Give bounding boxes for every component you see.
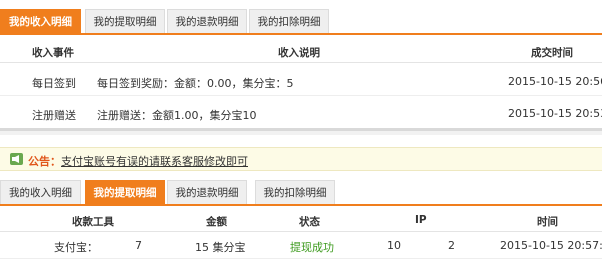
status-cell: 提现成功	[290, 241, 334, 254]
income-event-cell: 每日签到	[32, 77, 76, 90]
row-divider	[0, 95, 602, 96]
announcement-link[interactable]: 支付宝账号有误的请联系客服修改即可	[61, 153, 248, 169]
announcement-bar: 公告： 支付宝账号有误的请联系客服修改即可	[0, 147, 602, 171]
tab-deduction[interactable]: 我的扣除明细	[249, 9, 329, 33]
megaphone-icon	[10, 153, 23, 165]
tab-deduction[interactable]: 我的扣除明细	[255, 180, 335, 204]
time-cell: 2015-10-15 20:57:03	[500, 239, 602, 252]
income-tab-bar: 我的收入明细 我的提取明细 我的退款明细 我的扣除明细	[0, 6, 602, 35]
amount-cell: 15 集分宝	[195, 241, 246, 254]
announcement-label: 公告：	[28, 155, 61, 168]
income-event-cell: 注册赠送	[32, 109, 76, 122]
tab-refund[interactable]: 我的退款明细	[167, 9, 247, 33]
tab-underline	[0, 204, 602, 206]
tab-withdraw[interactable]: 我的提取明细	[85, 9, 165, 33]
payee-tool-cell: 支付宝：13	[54, 241, 96, 254]
tab-refund[interactable]: 我的退款明细	[167, 180, 247, 204]
tab-income[interactable]: 我的收入明细	[0, 9, 81, 33]
col-status: 状态	[299, 216, 320, 228]
income-desc-cell: 注册赠送：金额1.00，集分宝10	[97, 109, 257, 122]
col-payee-tool: 收款工具	[72, 216, 114, 228]
income-time-cell: 2015-10-15 20:53:3	[508, 107, 602, 120]
income-time-cell: 2015-10-15 20:56:2	[508, 75, 602, 88]
col-amount: 金额	[206, 216, 227, 228]
tab-withdraw[interactable]: 我的提取明细	[85, 180, 165, 204]
ip-cell: 10	[387, 239, 401, 252]
row-divider	[0, 258, 602, 259]
col-ip: IP	[415, 214, 427, 226]
header-divider	[0, 231, 602, 232]
payee-tool-cell: 7	[135, 239, 142, 252]
withdraw-tab-bar: 我的收入明细 我的提取明细 我的退款明细 我的扣除明细	[0, 177, 602, 206]
tab-underline	[0, 33, 602, 35]
tab-income[interactable]: 我的收入明细	[0, 180, 81, 204]
header-divider	[0, 62, 602, 63]
col-income-event: 收入事件	[32, 47, 74, 59]
income-desc-cell: 每日签到奖励：金额：0.00，集分宝：5	[97, 77, 294, 90]
col-income-desc: 收入说明	[278, 47, 320, 59]
col-deal-time: 成交时间	[531, 47, 573, 59]
ip-cell: 2	[448, 239, 455, 252]
panel-divider-shade	[0, 131, 602, 135]
col-time: 时间	[537, 216, 558, 228]
